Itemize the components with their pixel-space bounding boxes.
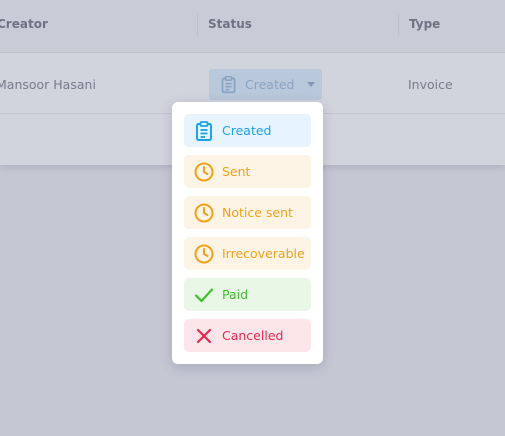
status-option-sent[interactable]: Sent [184, 155, 311, 188]
option-label: Notice sent [222, 205, 293, 220]
status-option-cancelled[interactable]: Cancelled [184, 319, 311, 352]
status-option-notice-sent[interactable]: Notice sent [184, 196, 311, 229]
option-label: Sent [222, 164, 251, 179]
x-icon [196, 328, 212, 343]
option-label: Paid [222, 287, 249, 302]
option-label: Cancelled [222, 328, 284, 343]
status-option-created[interactable]: Created [184, 114, 311, 147]
clock-icon [194, 203, 214, 222]
column-header-type[interactable]: Type [409, 17, 440, 31]
status-option-irrecoverable[interactable]: Irrecoverable [184, 237, 311, 270]
option-label: Irrecoverable [222, 246, 305, 261]
cell-type: Invoice [408, 77, 453, 92]
status-select-value: Created [245, 77, 295, 92]
check-icon [194, 287, 214, 302]
clock-icon [194, 162, 214, 181]
status-select[interactable]: Created [209, 69, 322, 100]
column-divider [398, 14, 399, 36]
column-header-creator[interactable]: Creator [0, 17, 48, 31]
chevron-down-icon[interactable] [307, 82, 315, 87]
cell-creator: Mansoor Hasani [0, 77, 96, 92]
column-header-status[interactable]: Status [208, 17, 252, 31]
option-label: Created [222, 123, 272, 138]
table-header: Creator Status Type [0, 0, 505, 53]
clipboard-icon [221, 75, 236, 94]
status-dropdown-menu: Created Sent Notice sent Irrecoverable P… [172, 102, 323, 364]
clock-icon [194, 244, 214, 263]
column-divider [197, 14, 198, 36]
status-option-paid[interactable]: Paid [184, 278, 311, 311]
clipboard-icon [196, 120, 212, 141]
